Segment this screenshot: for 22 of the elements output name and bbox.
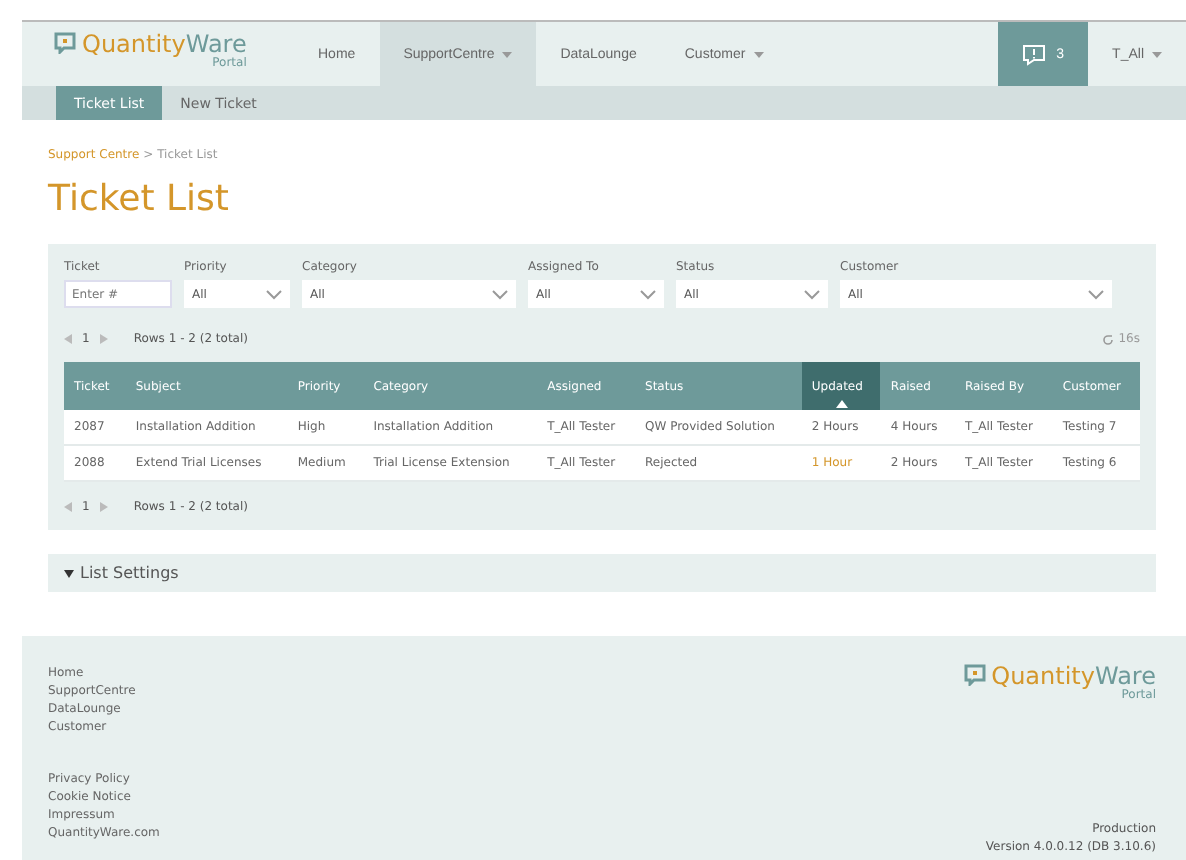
triangle-down-icon (64, 569, 74, 577)
previous-page-icon[interactable] (64, 334, 72, 344)
caret-icon[interactable] (1152, 51, 1162, 57)
chevron-down-icon[interactable] (804, 289, 820, 299)
previous-page-icon[interactable] (64, 502, 72, 512)
list-settings-toggle[interactable]: List Settings (48, 554, 1156, 592)
speech-bubble-icon (1022, 43, 1047, 65)
next-page-icon[interactable] (99, 502, 108, 512)
caret-icon[interactable] (502, 51, 513, 57)
chevron-down-icon[interactable] (640, 289, 656, 299)
refresh-icon[interactable] (1102, 333, 1115, 345)
caret-icon[interactable] (753, 51, 764, 57)
logo-icon (963, 664, 986, 686)
page-title: Ticket List (48, 180, 231, 220)
chevron-down-icon[interactable] (1088, 289, 1104, 299)
chevron-down-icon[interactable] (266, 289, 282, 299)
sort-ascending-icon[interactable] (835, 400, 848, 408)
chevron-down-icon[interactable] (492, 289, 508, 299)
logo-icon (54, 32, 76, 54)
brand-name: QuantityWare (82, 32, 247, 58)
next-page-icon[interactable] (99, 334, 108, 344)
brand-name: QuantityWare (991, 664, 1156, 690)
